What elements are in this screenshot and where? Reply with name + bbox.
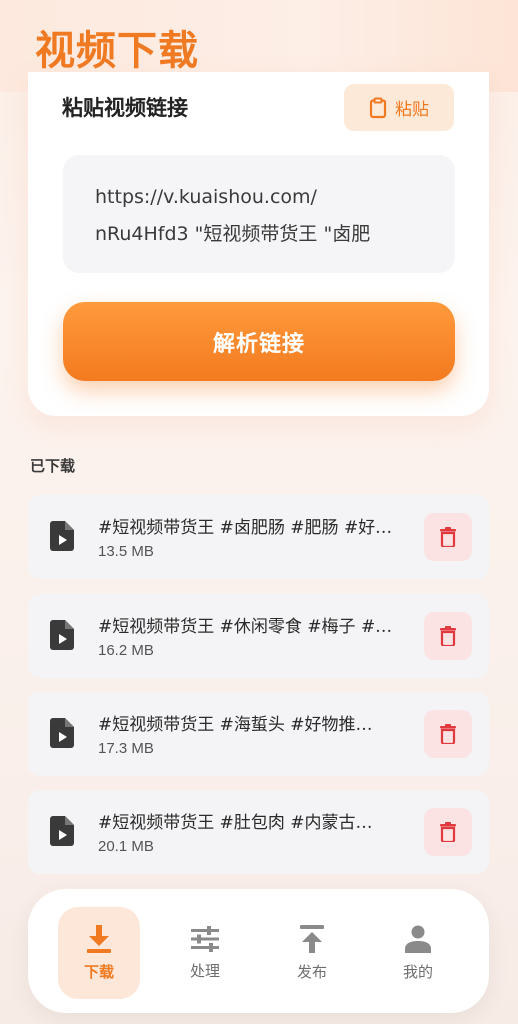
download-title: #短视频带货王 #海蜇头 #好物推… — [98, 715, 373, 735]
download-icon — [87, 924, 111, 953]
file-icon — [50, 521, 74, 551]
card-title: 粘贴视频链接 — [62, 95, 188, 120]
sliders-icon — [191, 925, 219, 952]
nav-item-publish[interactable]: 发布 — [271, 907, 353, 999]
nav-label: 发布 — [296, 962, 327, 981]
download-item[interactable]: #短视频带货王 #海蜇头 #好物推… 17.3 MB — [28, 692, 489, 776]
download-size: 13.5 MB — [98, 543, 154, 560]
delete-button[interactable] — [424, 513, 472, 561]
nav-label: 下载 — [83, 962, 114, 981]
download-size: 16.2 MB — [98, 642, 154, 659]
download-item[interactable]: #短视频带货王 #肚包肉 #内蒙古… 20.1 MB — [28, 790, 489, 874]
link-text-line1: https://v.kuaishou.com/ — [95, 186, 317, 208]
download-item[interactable]: #短视频带货王 #休闲零食 #梅子 #… 16.2 MB — [28, 594, 489, 678]
nav-label: 处理 — [189, 961, 220, 980]
clipboard-icon — [369, 97, 387, 118]
download-title: #短视频带货王 #卤肥肠 #肥肠 #好… — [98, 518, 393, 538]
trash-icon — [440, 822, 456, 842]
trash-icon — [440, 527, 456, 547]
person-icon — [405, 925, 431, 953]
file-icon — [50, 718, 74, 748]
nav-item-process[interactable]: 处理 — [164, 907, 246, 999]
nav-item-profile[interactable]: 我的 — [377, 907, 459, 999]
download-size: 17.3 MB — [98, 740, 154, 757]
paste-label: 粘贴 — [395, 100, 429, 120]
link-input-card: 粘贴视频链接 粘贴 https://v.kuaishou.com/ nRu4Hf… — [28, 72, 489, 416]
paste-button[interactable]: 粘贴 — [344, 84, 454, 131]
link-text-line2: nRu4Hfd3 "短视频带货王 "卤肥 — [95, 223, 371, 245]
trash-icon — [440, 724, 456, 744]
parse-link-button[interactable]: 解析链接 — [63, 302, 455, 381]
nav-item-download[interactable]: 下载 — [58, 907, 140, 999]
delete-button[interactable] — [424, 808, 472, 856]
bottom-nav: 下载 处理 发布 我的 — [28, 889, 489, 1013]
download-item[interactable]: #短视频带货王 #卤肥肠 #肥肠 #好… 13.5 MB — [28, 495, 489, 579]
download-title: #短视频带货王 #肚包肉 #内蒙古… — [98, 813, 373, 833]
download-title: #短视频带货王 #休闲零食 #梅子 #… — [98, 617, 393, 637]
download-size: 20.1 MB — [98, 838, 154, 855]
link-input[interactable]: https://v.kuaishou.com/ nRu4Hfd3 "短视频带货王… — [63, 155, 455, 273]
upload-icon — [300, 924, 324, 953]
file-icon — [50, 816, 74, 846]
nav-label: 我的 — [402, 962, 433, 981]
delete-button[interactable] — [424, 612, 472, 660]
downloaded-section-label: 已下载 — [30, 457, 76, 475]
file-icon — [50, 620, 74, 650]
page-title: 视频下载 — [35, 27, 199, 74]
delete-button[interactable] — [424, 710, 472, 758]
trash-icon — [440, 626, 456, 646]
